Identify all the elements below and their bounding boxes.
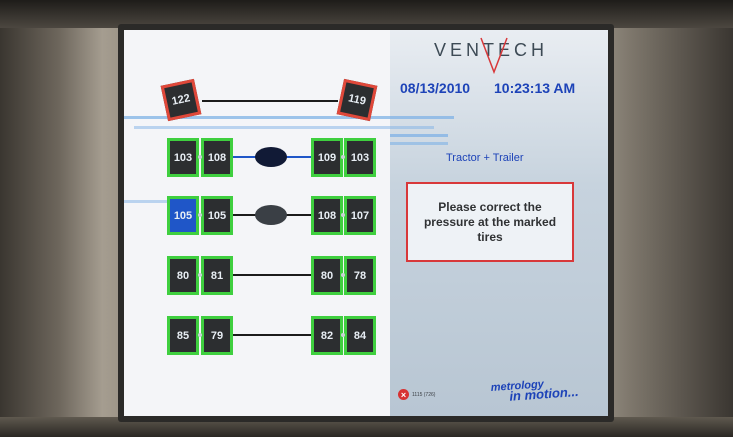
axle-3 xyxy=(233,274,313,276)
error-x-icon: × xyxy=(398,389,409,400)
spare-tire-right: 119 xyxy=(336,78,378,122)
tire-axle2-left-outer: 105 xyxy=(167,196,199,235)
tire-pressure-value: 103 xyxy=(173,151,193,164)
tire-pressure-value: 107 xyxy=(350,209,370,222)
tire-axle4-right-inner: 82 xyxy=(311,316,343,355)
tire-axle1-left-inner: 108 xyxy=(201,138,233,177)
company-tagline: metrology in motion... xyxy=(490,377,579,403)
tire-pressure-value: 108 xyxy=(317,209,337,222)
tire-axle1-left-outer: 103 xyxy=(167,138,199,177)
tire-axle3-right-outer: 78 xyxy=(344,256,376,295)
tire-pressure-value: 78 xyxy=(353,269,367,282)
differential-1 xyxy=(255,147,287,167)
tire-pressure-display: 122 119 103 108 109 103 105 105 108 107 … xyxy=(124,30,608,416)
tire-pressure-value: 80 xyxy=(176,269,190,282)
tire-pressure-value: 109 xyxy=(317,151,337,164)
spare-axle xyxy=(202,100,338,102)
tire-axle3-left-outer: 80 xyxy=(167,256,199,295)
vehicle-type-label: Tractor + Trailer xyxy=(446,152,524,164)
screen-artifact xyxy=(390,142,448,145)
tire-axle2-left-inner: 105 xyxy=(201,196,233,235)
tire-axle4-left-outer: 85 xyxy=(167,316,199,355)
status-code: 1115 (726) xyxy=(412,391,436,398)
tire-pressure-value: 80 xyxy=(320,269,334,282)
tire-pressure-value: 119 xyxy=(347,92,367,108)
screen-artifact xyxy=(390,134,448,137)
time-display: 10:23:13 AM xyxy=(494,80,576,96)
tire-pressure-value: 105 xyxy=(173,209,193,222)
tire-pressure-value: 122 xyxy=(170,92,192,108)
brand-v-mark-icon xyxy=(480,37,508,75)
dual-wheel-connector xyxy=(341,213,345,217)
tire-axle3-left-inner: 81 xyxy=(201,256,233,295)
pressure-alert-box: Please correct the pressure at the marke… xyxy=(406,182,574,262)
tire-axle4-right-outer: 84 xyxy=(344,316,376,355)
tire-axle3-right-inner: 80 xyxy=(311,256,343,295)
spare-tire-left: 122 xyxy=(160,78,202,122)
screen-artifact xyxy=(134,126,434,129)
dual-wheel-connector xyxy=(198,273,202,277)
alert-message: Please correct the pressure at the marke… xyxy=(423,199,557,244)
date-display: 08/13/2010 xyxy=(400,80,471,96)
tire-axle4-left-inner: 79 xyxy=(201,316,233,355)
tire-axle2-right-outer: 107 xyxy=(344,196,376,235)
tire-pressure-value: 105 xyxy=(207,209,227,222)
dual-wheel-connector xyxy=(198,213,202,217)
dual-wheel-connector xyxy=(341,333,345,337)
tire-pressure-value: 85 xyxy=(176,329,190,342)
tire-axle1-right-outer: 103 xyxy=(344,138,376,177)
dual-wheel-connector xyxy=(198,155,202,159)
tire-pressure-value: 82 xyxy=(320,329,334,342)
dual-wheel-connector xyxy=(198,333,202,337)
tire-pressure-value: 84 xyxy=(353,329,367,342)
dual-wheel-connector xyxy=(341,155,345,159)
status-indicator: × 1115 (726) xyxy=(398,389,435,400)
tire-pressure-value: 103 xyxy=(350,151,370,164)
tire-pressure-value: 108 xyxy=(207,151,227,164)
dual-wheel-connector xyxy=(341,273,345,277)
differential-2 xyxy=(255,205,287,225)
tire-axle2-right-inner: 108 xyxy=(311,196,343,235)
axle-4 xyxy=(233,334,313,336)
tagline-line2: in motion... xyxy=(508,383,580,404)
tire-pressure-value: 79 xyxy=(210,329,224,342)
tire-pressure-value: 81 xyxy=(210,269,224,282)
tire-axle1-right-inner: 109 xyxy=(311,138,343,177)
